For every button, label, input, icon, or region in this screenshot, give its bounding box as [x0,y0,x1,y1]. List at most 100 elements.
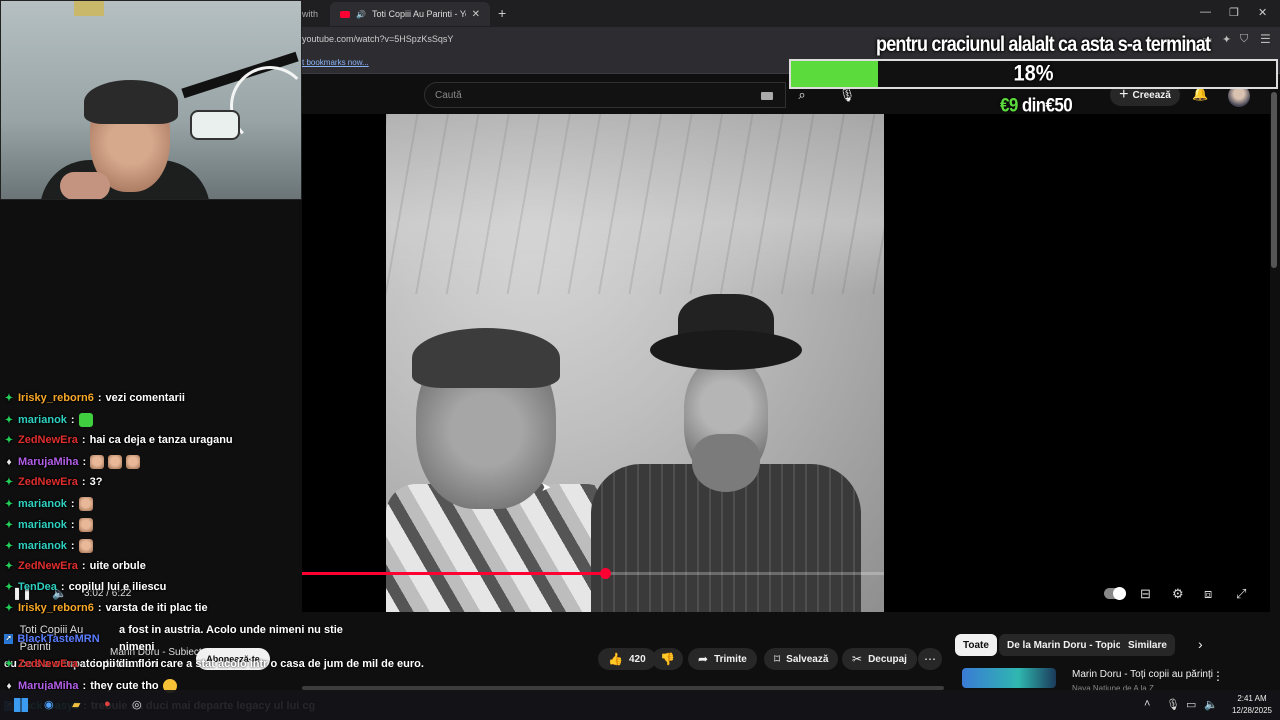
search-icon: ⌕ [798,87,806,102]
tab-previous[interactable]: with [302,2,328,26]
share-arrow-icon: ➦ [698,652,709,666]
clock-date: 12/28/2025 [1231,706,1273,715]
clip-button[interactable]: ✂ Decupaj [842,648,917,670]
chat-badge-icon: ✦ [4,476,14,488]
chat-emote-icon [78,518,93,532]
taskbar-clock[interactable]: 2:41 AM 12/28/2025 [1226,693,1278,717]
video-progress-bar[interactable] [302,568,884,579]
chat-badge-icon: ➚ [4,634,14,644]
chat-badge-icon: ✦ [4,519,14,531]
donation-percent: 18% [1013,61,1054,87]
app-icon[interactable]: ◎ [132,698,142,711]
miniplayer-icon[interactable]: ⧈ [1204,586,1212,602]
chat-username: Irisky_reborn6 [18,392,94,404]
video-progress-fill [302,572,605,575]
donation-goal-text: pentru craciunul alalalt ca asta s-a ter… [876,32,1211,56]
tab-title: Toti Copiii Au Parinti - YouTube [371,9,466,19]
chat-username: ZedNewEra [18,658,78,670]
chat-badge-icon: ✦ [4,581,14,593]
import-bookmarks-link[interactable]: t bookmarks now... [302,58,369,67]
chat-line: ✦ Irisky_reborn6: varsta de iti plac tie [4,602,208,614]
chat-username: ZedNewEra [18,434,78,446]
autoplay-toggle[interactable] [1104,587,1126,600]
windows-taskbar: ◉ ▰ ● ◎ ˄ 🎙 ▭ 🔈 2:41 AM 12/28/2025 [0,690,1280,720]
chat-long-line-1: ➚ BlackTasteMRN Toti Copiii Au Parinti a… [4,622,444,656]
chrome-app-icon[interactable]: ◉ [44,698,54,711]
chip-from-channel[interactable]: De la Marin Doru - Topic [999,634,1130,656]
chat-line: ♦ MarujaMiha: [4,455,141,469]
settings-gear-icon[interactable]: ⚙ [1172,586,1184,602]
donation-raised: €9 [1000,94,1018,116]
tray-mic-icon[interactable]: 🎙 [1166,698,1180,711]
chat-line: ✦ ZedNewEra:3? [4,476,103,488]
subtitles-icon[interactable]: ⊟ [1140,586,1151,602]
page-scrollbar[interactable] [1271,92,1277,268]
chat-badge-icon: ♦ [6,456,12,468]
chat-separator: : [81,560,86,572]
chip-label: De la Marin Doru - Topic [1007,639,1122,651]
chat-separator: : [97,392,102,404]
keyboard-icon[interactable] [761,92,773,100]
app-icon[interactable]: ● [104,698,111,710]
more-vertical-icon[interactable]: ⋮ [1212,669,1224,683]
microphone-icon: 🎙 [838,87,856,102]
create-label: Creează [1132,89,1171,101]
chat-username: marianok [18,414,67,426]
chat-separator: : [81,434,86,446]
video-progress-knob[interactable] [599,568,611,579]
chat-username: Irisky_reborn6 [18,602,94,614]
tray-chevron-icon[interactable]: ˄ [1144,698,1150,710]
shield-icon[interactable]: ⛉ [1240,33,1248,46]
chat-line: ✦ ZedNewEra: hai ca deja e tanza uraganu [4,434,233,446]
save-label: Salvează [786,653,829,665]
chat-emote-icon [108,455,123,469]
more-actions-button[interactable]: ⋯ [918,648,942,670]
chat-separator: : [70,540,75,552]
chat-separator: : [70,414,75,426]
chat-username: marianok [18,498,67,510]
chat-line: ✦ marianok: [4,518,93,532]
youtube-favicon-icon [340,10,350,18]
chat-message: copii din flori [89,658,159,670]
chat-message: copilul lui e iliescu [68,581,167,593]
chat-separator: : [60,581,65,593]
dislike-button[interactable]: 👎 [652,648,683,670]
recommended-title[interactable]: Marin Doru - Toți copii au părinți [1072,669,1213,680]
like-button[interactable]: 👍 420 [598,648,656,670]
chat-username: marianok [18,540,67,552]
video-person-right-hat-brim [650,330,802,370]
video-frame[interactable] [386,114,884,612]
chat-badge-icon: ✦ [4,658,14,670]
new-tab-button[interactable]: + [498,5,506,21]
file-explorer-icon[interactable]: ▰ [72,698,80,711]
tray-volume-icon[interactable]: 🔈 [1204,698,1218,711]
chat-separator: : [81,658,86,670]
fullscreen-icon[interactable]: ⤢ [1236,586,1246,602]
close-window-icon[interactable]: ✕ [1258,6,1267,19]
chat-separator: : [70,519,75,531]
minimize-icon[interactable]: — [1200,6,1211,18]
speaker-icon[interactable]: 🔊 [356,10,366,19]
recommended-thumbnail[interactable] [962,668,1056,688]
menu-icon[interactable]: ☰ [1260,32,1271,46]
chat-line: ✦ ZedNewEra: uite orbule [4,560,146,572]
chat-username: ZedNewEra [18,560,78,572]
search-input[interactable]: Caută [424,82,786,108]
tab-youtube[interactable]: 🔊 Toti Copiii Au Parinti - YouTube ✕ [330,2,490,26]
sparkle-icon[interactable]: ✦ [1222,33,1231,46]
chat-line: ✦ TenDea: copilul lui e iliescu [4,581,167,593]
chip-related[interactable]: Similare [1120,634,1175,656]
url-text[interactable]: youtube.com/watch?v=5HSpzKsSqsY [302,34,453,44]
restore-icon[interactable]: ❐ [1229,6,1239,19]
save-button[interactable]: ⌑ Salvează [764,648,839,670]
share-button[interactable]: ➦ Trimite [688,648,757,670]
tab-close-icon[interactable]: ✕ [472,9,480,20]
thumbs-up-icon: 👍 [608,652,623,666]
chat-username: MarujaMiha [18,456,79,468]
windows-start-icon[interactable] [14,698,28,712]
video-wall-texture [386,114,884,294]
thumbs-down-icon: 👎 [660,652,675,666]
chevron-right-icon[interactable]: › [1198,636,1203,652]
chip-all[interactable]: Toate [955,634,997,656]
tray-network-icon[interactable]: ▭ [1186,698,1196,711]
